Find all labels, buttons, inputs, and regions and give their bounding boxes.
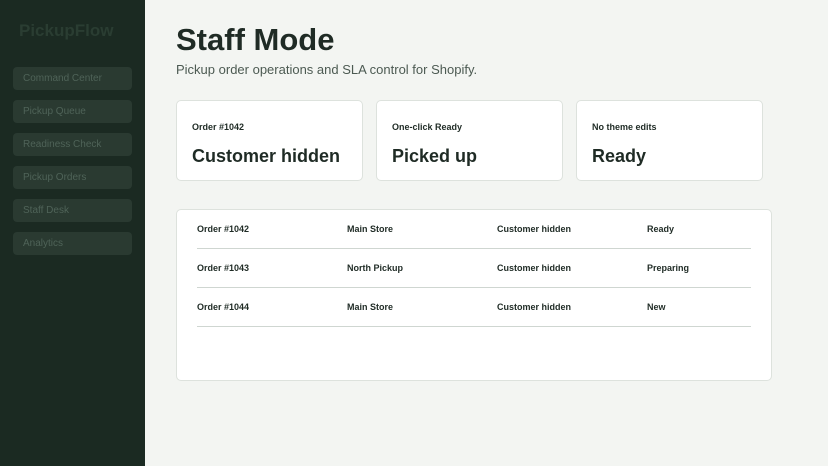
sidebar-item-pickup-queue[interactable]: Pickup Queue (13, 100, 132, 123)
sidebar-nav: Command Center Pickup Queue Readiness Ch… (13, 67, 132, 255)
sidebar-item-command-center[interactable]: Command Center (13, 67, 132, 90)
pickup-location: Main Store (347, 224, 394, 234)
customer-name: Customer hidden (497, 263, 572, 273)
card-label: One-click Ready (392, 122, 463, 132)
table-row[interactable]: Order #1043 North Pickup Customer hidden… (197, 249, 751, 288)
sidebar-item-readiness-check[interactable]: Readiness Check (13, 133, 132, 156)
summary-cards: Order #1042 Customer hidden One-click Re… (176, 100, 772, 181)
customer-name: Customer hidden (497, 224, 572, 234)
page-title: Staff Mode (176, 22, 335, 57)
page-subtitle: Pickup order operations and SLA control … (176, 62, 478, 77)
brand-logo: PickupFlow (19, 21, 114, 40)
pickup-location: Main Store (347, 302, 394, 312)
order-number: Order #1043 (197, 263, 250, 273)
sidebar-item-pickup-orders[interactable]: Pickup Orders (13, 166, 132, 189)
sidebar: PickupFlow Command Center Pickup Queue R… (0, 0, 145, 466)
main-content: Staff Mode Pickup order operations and S… (145, 0, 828, 466)
order-status: Ready (647, 224, 675, 234)
sidebar-item-staff-desk[interactable]: Staff Desk (13, 199, 132, 222)
card-value: Picked up (392, 146, 478, 166)
table-row[interactable]: Order #1042 Main Store Customer hidden R… (197, 210, 751, 249)
orders-table: Order #1042 Main Store Customer hidden R… (176, 209, 772, 381)
order-number: Order #1042 (197, 224, 250, 234)
card-value: Ready (592, 146, 647, 166)
order-status: New (647, 302, 666, 312)
customer-name: Customer hidden (497, 302, 572, 312)
card-label: Order #1042 (192, 122, 245, 132)
order-number: Order #1044 (197, 302, 250, 312)
table-row[interactable]: Order #1044 Main Store Customer hidden N… (197, 288, 751, 327)
card-label: No theme edits (592, 122, 657, 132)
summary-card: Order #1042 Customer hidden (176, 100, 363, 181)
sidebar-item-analytics[interactable]: Analytics (13, 232, 132, 255)
pickup-location: North Pickup (347, 263, 404, 273)
summary-card: One-click Ready Picked up (376, 100, 563, 181)
card-value: Customer hidden (192, 146, 341, 166)
summary-card: No theme edits Ready (576, 100, 763, 181)
order-status: Preparing (647, 263, 690, 273)
